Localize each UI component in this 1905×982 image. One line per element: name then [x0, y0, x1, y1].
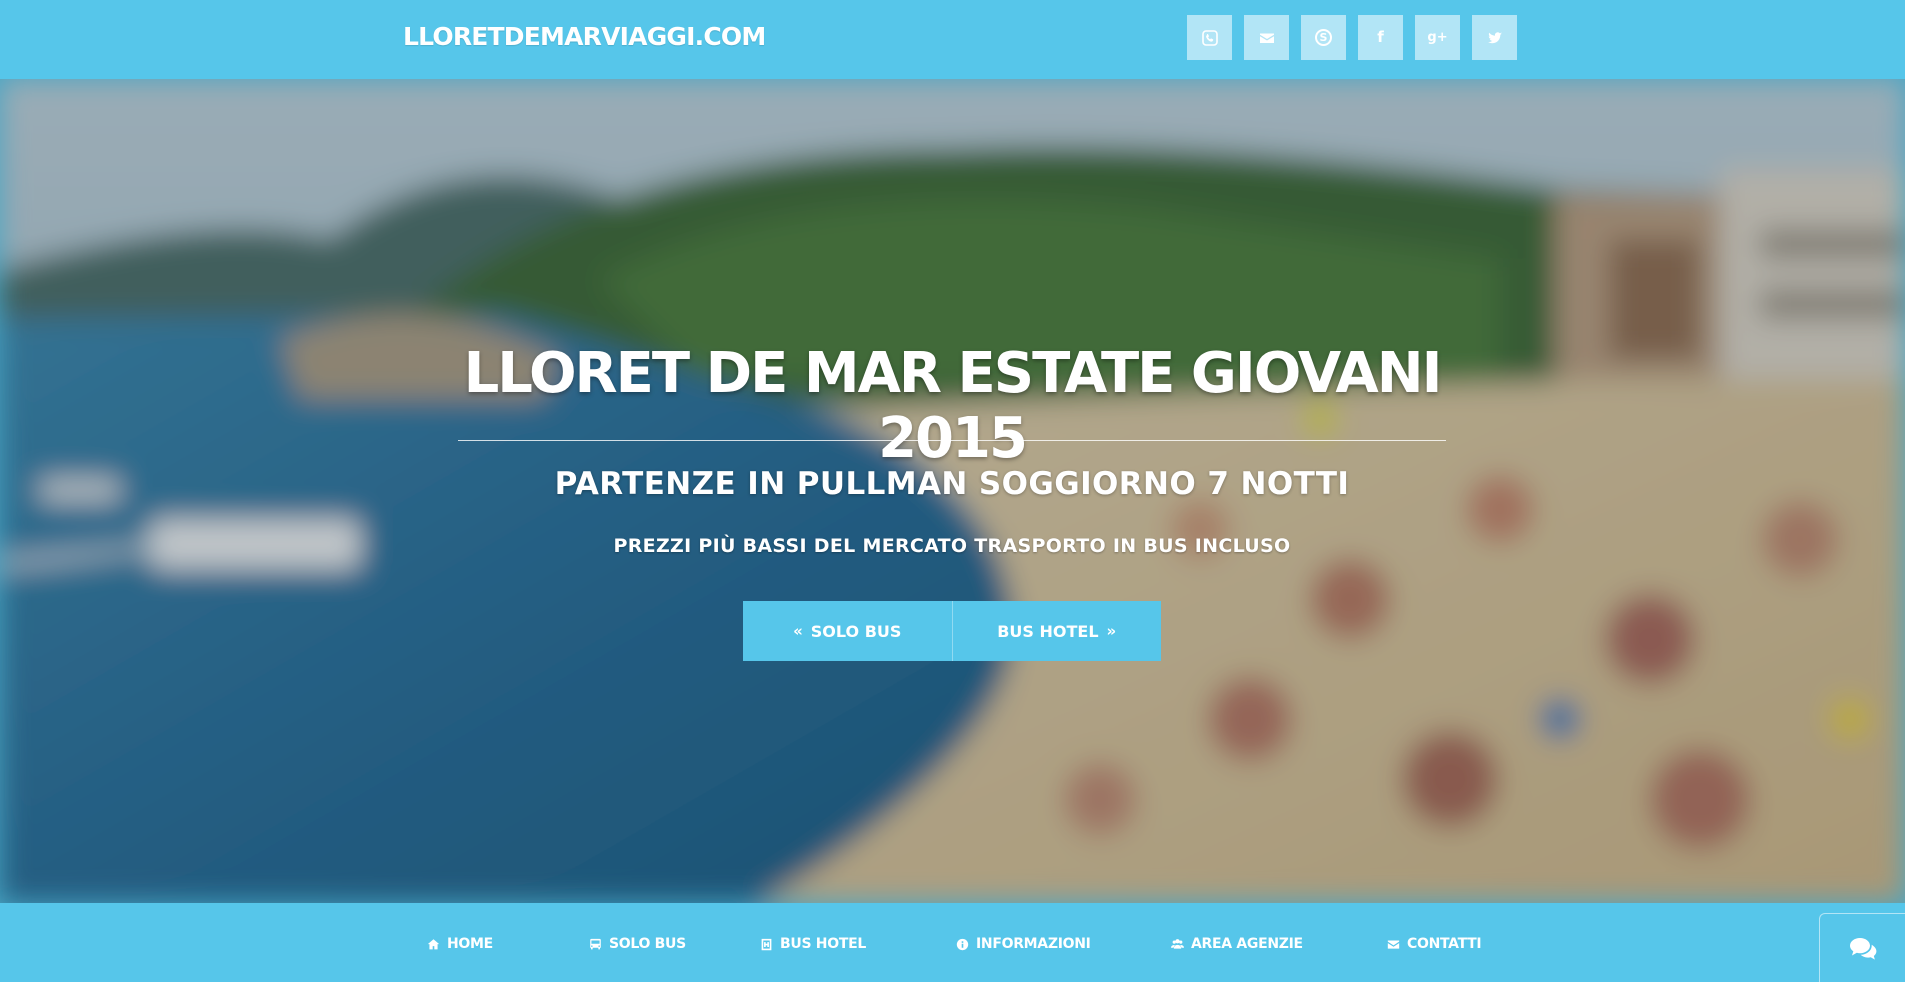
- bus-hotel-button-label: BUS HOTEL: [997, 621, 1099, 641]
- nav-item-informazioni[interactable]: INFORMAZIONI: [956, 936, 1091, 952]
- phone-button[interactable]: [1187, 15, 1232, 60]
- google-plus-button[interactable]: g+: [1415, 15, 1460, 60]
- bus-icon: [590, 938, 601, 949]
- double-chevron-left-icon: «: [793, 622, 803, 640]
- nav-item-label: HOME: [447, 936, 493, 952]
- nav-item-label: BUS HOTEL: [780, 936, 866, 952]
- nav-item-label: AREA AGENZIE: [1191, 936, 1303, 952]
- double-chevron-right-icon: »: [1106, 622, 1117, 640]
- hero-tagline: PREZZI PIÙ BASSI DEL MERCATO TRASPORTO I…: [613, 535, 1291, 557]
- site-logo[interactable]: LLORETDEMARVIAGGI.COM: [403, 22, 766, 51]
- home-icon: [427, 938, 440, 949]
- bottom-navigation: HOME SOLO BUS BUS HOTEL INFORMAZIONI ARE…: [0, 903, 1905, 982]
- bus-hotel-button[interactable]: BUS HOTEL »: [951, 601, 1161, 661]
- hero-subtitle: PARTENZE IN PULLMAN SOGGIORNO 7 NOTTI: [554, 466, 1350, 502]
- facebook-icon: f: [1377, 28, 1384, 46]
- hero-section: LLORET DE MAR ESTATE GIOVANI 2015 PARTEN…: [0, 79, 1905, 903]
- phone-icon: [1201, 29, 1218, 46]
- chat-bubbles-icon: [1849, 938, 1876, 960]
- hotel-icon: [761, 938, 772, 950]
- nav-item-label: SOLO BUS: [609, 936, 686, 952]
- envelope-icon: [1387, 939, 1400, 949]
- chat-button[interactable]: [1819, 913, 1905, 982]
- nav-item-label: INFORMAZIONI: [976, 936, 1091, 952]
- twitter-button[interactable]: [1472, 15, 1517, 60]
- top-bar: LLORETDEMARVIAGGI.COM S f g+: [0, 0, 1905, 79]
- twitter-icon: [1487, 31, 1502, 43]
- info-icon: [956, 938, 969, 950]
- solo-bus-button[interactable]: « SOLO BUS: [743, 601, 952, 661]
- nav-item-solo-bus[interactable]: SOLO BUS: [589, 936, 686, 952]
- email-button[interactable]: [1244, 15, 1289, 60]
- social-links: S f g+: [1187, 15, 1517, 60]
- solo-bus-button-label: SOLO BUS: [810, 621, 902, 641]
- nav-item-home[interactable]: HOME: [427, 936, 493, 952]
- nav-item-contatti[interactable]: CONTATTI: [1387, 936, 1482, 952]
- facebook-button[interactable]: f: [1358, 15, 1403, 60]
- google-plus-icon: g+: [1427, 30, 1448, 45]
- hero-divider: [458, 440, 1446, 441]
- nav-item-area-agenzie[interactable]: AREA AGENZIE: [1171, 936, 1303, 952]
- nav-item-label: CONTATTI: [1407, 936, 1482, 952]
- hero-button-group: « SOLO BUS BUS HOTEL »: [743, 601, 1161, 661]
- hero-title: LLORET DE MAR ESTATE GIOVANI 2015: [463, 341, 1443, 471]
- envelope-icon: [1259, 33, 1274, 43]
- users-icon: [1171, 938, 1184, 949]
- skype-button[interactable]: S: [1301, 15, 1346, 60]
- nav-item-bus-hotel[interactable]: BUS HOTEL: [760, 936, 866, 952]
- skype-icon: S: [1315, 29, 1332, 46]
